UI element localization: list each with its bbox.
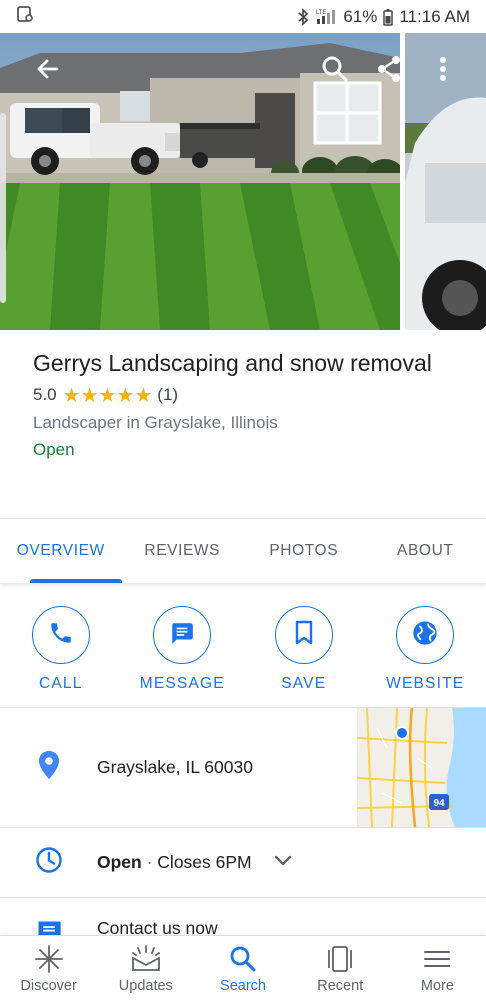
website-button[interactable]: WEBSITE — [365, 586, 486, 707]
tab-photos[interactable]: PHOTOS — [243, 519, 365, 583]
nav-discover-label: Discover — [20, 978, 77, 994]
star-rating-icon: ★★★★★ — [62, 384, 153, 407]
message-button[interactable]: MESSAGE — [122, 586, 244, 707]
hours-row[interactable]: Open · Closes 6PM — [0, 828, 486, 898]
rating-row[interactable]: 5.0 ★★★★★ (1) — [33, 382, 453, 408]
place-title: Gerrys Landscaping and snow removal — [33, 350, 432, 376]
nav-more-label: More — [420, 978, 454, 994]
svg-text:94: 94 — [433, 798, 445, 809]
status-time: 11:16 AM — [399, 6, 470, 26]
action-buttons: CALL MESSAGE SAVE WEBSITE — [0, 586, 486, 708]
search-button[interactable] — [317, 51, 353, 87]
call-label: CALL — [38, 675, 83, 692]
nav-updates-label: Updates — [118, 978, 173, 994]
call-button[interactable]: CALL — [0, 586, 122, 707]
nav-search[interactable]: Search — [194, 936, 291, 1000]
rating-value: 5.0 — [33, 385, 57, 404]
map-thumbnail[interactable]: 94 — [357, 708, 486, 827]
open-status: Open — [33, 440, 75, 459]
website-circle[interactable] — [396, 606, 455, 664]
share-button[interactable] — [371, 51, 407, 87]
notification-icon — [16, 5, 34, 28]
address-row[interactable]: Grayslake, IL 60030 94 — [0, 708, 486, 828]
battery-icon — [383, 8, 394, 26]
message-label: MESSAGE — [139, 675, 225, 692]
address-text: Grayslake, IL 60030 — [97, 757, 253, 777]
battery-percent: 61% — [343, 6, 378, 26]
bottom-navigation: Discover Updates Search Recent More — [0, 935, 486, 1000]
place-category: Landscaper in Grayslake, Illinois — [33, 413, 278, 432]
clock-icon — [35, 846, 63, 879]
globe-icon — [411, 619, 439, 652]
hours-closes: Closes 6PM — [157, 852, 252, 872]
search-icon — [229, 944, 257, 974]
tab-overview[interactable]: OVERVIEW — [0, 519, 122, 583]
recent-icon — [325, 944, 355, 974]
save-label: SAVE — [281, 675, 327, 692]
location-pin-icon — [37, 750, 61, 785]
status-bar: LTE 61% 11:16 AM — [0, 0, 486, 33]
save-circle[interactable] — [274, 606, 333, 664]
menu-icon — [422, 944, 452, 974]
nav-recent[interactable]: Recent — [292, 936, 389, 1000]
tab-bar: OVERVIEW REVIEWS PHOTOS ABOUT — [0, 518, 486, 584]
phone-icon — [48, 620, 74, 651]
bookmark-icon — [293, 620, 315, 651]
bluetooth-icon — [297, 7, 309, 26]
discover-icon — [34, 944, 64, 974]
message-icon — [169, 620, 195, 651]
nav-more[interactable]: More — [389, 936, 486, 1000]
nav-discover[interactable]: Discover — [0, 936, 97, 1000]
message-circle[interactable] — [153, 606, 212, 664]
save-button[interactable]: SAVE — [243, 586, 365, 707]
call-circle[interactable] — [31, 606, 90, 664]
chevron-down-icon[interactable] — [274, 854, 292, 872]
photo-gallery[interactable] — [0, 33, 486, 330]
svg-text:LTE: LTE — [316, 10, 327, 16]
tab-reviews[interactable]: REVIEWS — [122, 519, 244, 583]
back-button[interactable] — [30, 51, 66, 87]
nav-search-label: Search — [220, 978, 266, 994]
hours-text: Open · Closes 6PM — [97, 852, 252, 873]
hours-open-label: Open — [97, 852, 142, 872]
more-options-button[interactable] — [425, 51, 461, 87]
website-label: WEBSITE — [386, 675, 465, 692]
hours-separator: · — [141, 852, 158, 872]
nav-recent-label: Recent — [317, 978, 364, 994]
place-info: Gerrys Landscaping and snow removal 5.0 … — [0, 330, 486, 518]
updates-icon — [130, 944, 162, 974]
signal-icon: LTE — [315, 8, 337, 26]
tab-about[interactable]: ABOUT — [365, 519, 486, 583]
review-count: (1) — [157, 385, 179, 404]
nav-updates[interactable]: Updates — [97, 936, 194, 1000]
